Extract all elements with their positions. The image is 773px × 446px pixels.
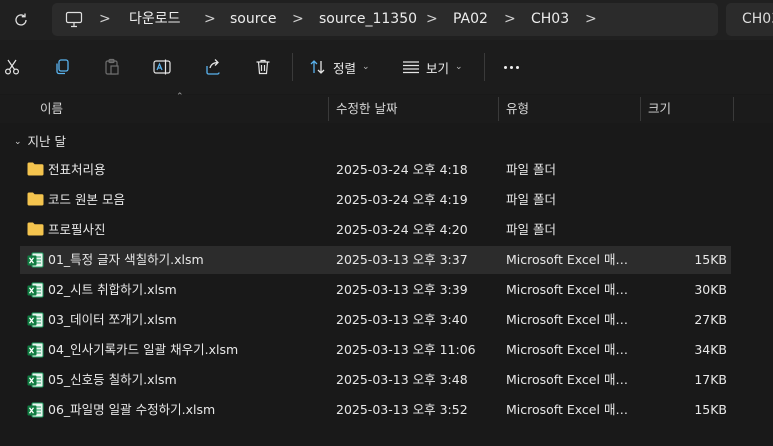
file-name: 01_특정 글자 색칠하기.xlsm — [48, 252, 204, 267]
copy-icon[interactable] — [46, 51, 78, 83]
breadcrumb-separator[interactable]: > — [426, 3, 438, 36]
excel-file-icon — [27, 342, 44, 358]
file-date-modified: 2025-03-13 오후 11:06 — [336, 342, 476, 357]
file-name: 04_인사기록카드 일괄 채우기.xlsm — [48, 342, 239, 357]
file-date-modified: 2025-03-13 오후 3:40 — [336, 312, 468, 327]
column-name[interactable]: 이름 — [40, 95, 63, 123]
paste-icon[interactable] — [96, 51, 128, 83]
address-bar[interactable]: > 다운로드 > source > source_11350 > PA02 > … — [52, 3, 718, 36]
group-label: 지난 달 — [27, 134, 67, 149]
file-date-modified: 2025-03-13 오후 3:52 — [336, 402, 468, 417]
column-size[interactable]: 크기 — [648, 95, 671, 123]
monitor-icon[interactable] — [65, 11, 83, 31]
file-date-modified: 2025-03-24 오후 4:18 — [336, 162, 468, 177]
file-row[interactable]: 03_데이터 쪼개기.xlsm 2025-03-13 오후 3:40 Microso… — [20, 306, 731, 334]
share-icon[interactable] — [197, 51, 229, 83]
folder-row[interactable]: 프로필사진 2025-03-24 오후 4:20 파일 폴더 — [20, 216, 731, 244]
file-row[interactable]: 01_특정 글자 색칠하기.xlsm 2025-03-13 오후 3:37 Micr… — [20, 246, 731, 274]
file-date-modified: 2025-03-13 오후 3:39 — [336, 282, 468, 297]
breadcrumb-downloads[interactable]: 다운로드 — [129, 3, 181, 36]
file-date-modified: 2025-03-24 오후 4:19 — [336, 192, 468, 207]
command-bar: 정렬 ⌄ 보기 ⌄ — [0, 40, 773, 94]
sort-menu-button[interactable]: 정렬 ⌄ — [309, 54, 370, 80]
file-row[interactable]: 06_파일명 일괄 수정하기.xlsm 2025-03-13 오후 3:52 Mic… — [20, 396, 731, 424]
cut-icon[interactable] — [0, 51, 28, 83]
excel-file-icon — [27, 312, 44, 328]
file-row[interactable]: 04_인사기록카드 일괄 채우기.xlsm 2025-03-13 오후 11:06… — [20, 336, 731, 364]
file-type: 파일 폴더 — [506, 162, 556, 177]
search-box[interactable]: CH03 검색 — [726, 3, 773, 36]
folder-icon — [27, 162, 44, 178]
chevron-down-icon: ⌄ — [455, 62, 463, 72]
chevron-down-icon: ⌄ — [14, 137, 22, 147]
file-name: 프로필사진 — [48, 222, 106, 237]
file-size: 30KB — [694, 282, 727, 297]
file-date-modified: 2025-03-13 오후 3:48 — [336, 372, 468, 387]
file-row[interactable]: 05_신호등 칠하기.xlsm 2025-03-13 오후 3:48 Microso… — [20, 366, 731, 394]
column-divider[interactable] — [328, 97, 329, 121]
file-date-modified: 2025-03-24 오후 4:20 — [336, 222, 468, 237]
sort-ascending-icon: ⌃ — [176, 92, 184, 102]
folder-row[interactable]: 코드 원본 모음 2025-03-24 오후 4:19 파일 폴더 — [20, 186, 731, 214]
file-type: Microsoft Excel 매크로 사용 워크시트 — [506, 342, 634, 357]
file-size: 15KB — [694, 252, 727, 267]
excel-file-icon — [27, 402, 44, 418]
file-size: 34KB — [694, 342, 727, 357]
breadcrumb-separator[interactable]: > — [204, 3, 216, 36]
column-date[interactable]: 수정한 날짜 — [336, 95, 397, 123]
file-name: 05_신호등 칠하기.xlsm — [48, 372, 177, 387]
address-bar-row: > 다운로드 > source > source_11350 > PA02 > … — [0, 0, 773, 40]
sort-label: 정렬 — [333, 60, 357, 76]
view-menu-button[interactable]: 보기 ⌄ — [402, 54, 463, 80]
delete-icon[interactable] — [247, 51, 279, 83]
breadcrumb-source-11350[interactable]: source_11350 — [319, 3, 417, 36]
excel-file-icon — [27, 252, 44, 268]
sort-icon — [310, 60, 325, 74]
file-name: 06_파일명 일괄 수정하기.xlsm — [48, 402, 216, 417]
file-date-modified: 2025-03-13 오후 3:37 — [336, 252, 468, 267]
column-type[interactable]: 유형 — [506, 95, 529, 123]
file-size: 15KB — [694, 402, 727, 417]
file-type: Microsoft Excel 매크로 사용 워크시트 — [506, 312, 634, 327]
view-list-icon — [403, 61, 419, 74]
file-type: Microsoft Excel 매크로 사용 워크시트 — [506, 372, 634, 387]
file-name: 03_데이터 쪼개기.xlsm — [48, 312, 177, 327]
file-size: 17KB — [694, 372, 727, 387]
breadcrumb-separator[interactable]: > — [292, 3, 304, 36]
chevron-down-icon: ⌄ — [362, 62, 370, 72]
breadcrumb-pa02[interactable]: PA02 — [453, 3, 488, 36]
column-header: ⌃ 이름 수정한 날짜 유형 크기 — [0, 92, 773, 123]
excel-file-icon — [27, 282, 44, 298]
more-icon[interactable] — [498, 55, 524, 79]
column-divider[interactable] — [640, 97, 641, 121]
file-type: Microsoft Excel 매크로 사용 워크시트 — [506, 402, 634, 417]
column-divider[interactable] — [733, 97, 734, 121]
group-header[interactable]: ⌄ 지난 달 — [14, 132, 66, 152]
breadcrumb-separator[interactable]: > — [585, 3, 597, 36]
breadcrumb-separator[interactable]: > — [504, 3, 516, 36]
folder-row[interactable]: 전표처리용 2025-03-24 오후 4:18 파일 폴더 — [20, 156, 731, 184]
excel-file-icon — [27, 372, 44, 388]
file-type: 파일 폴더 — [506, 222, 556, 237]
toolbar-divider — [484, 53, 485, 81]
search-input[interactable]: CH03 검색 — [742, 3, 773, 36]
file-name: 전표처리용 — [48, 162, 106, 177]
view-label: 보기 — [426, 60, 450, 76]
folder-icon — [27, 222, 44, 238]
breadcrumb-source[interactable]: source — [230, 3, 277, 36]
file-type: 파일 폴더 — [506, 192, 556, 207]
file-name: 02_시트 취합하기.xlsm — [48, 282, 177, 297]
folder-icon — [27, 192, 44, 208]
rename-icon[interactable] — [146, 51, 178, 83]
column-divider[interactable] — [498, 97, 499, 121]
toolbar-divider — [292, 53, 293, 81]
file-type: Microsoft Excel 매크로 사용 워크시트 — [506, 252, 634, 267]
file-size: 27KB — [694, 312, 727, 327]
refresh-icon[interactable] — [10, 9, 32, 31]
breadcrumb-separator[interactable]: > — [99, 3, 111, 36]
file-type: Microsoft Excel 매크로 사용 워크시트 — [506, 282, 634, 297]
file-row[interactable]: 02_시트 취합하기.xlsm 2025-03-13 오후 3:39 Microso… — [20, 276, 731, 304]
breadcrumb-ch03[interactable]: CH03 — [531, 3, 569, 36]
file-name: 코드 원본 모음 — [48, 192, 125, 207]
